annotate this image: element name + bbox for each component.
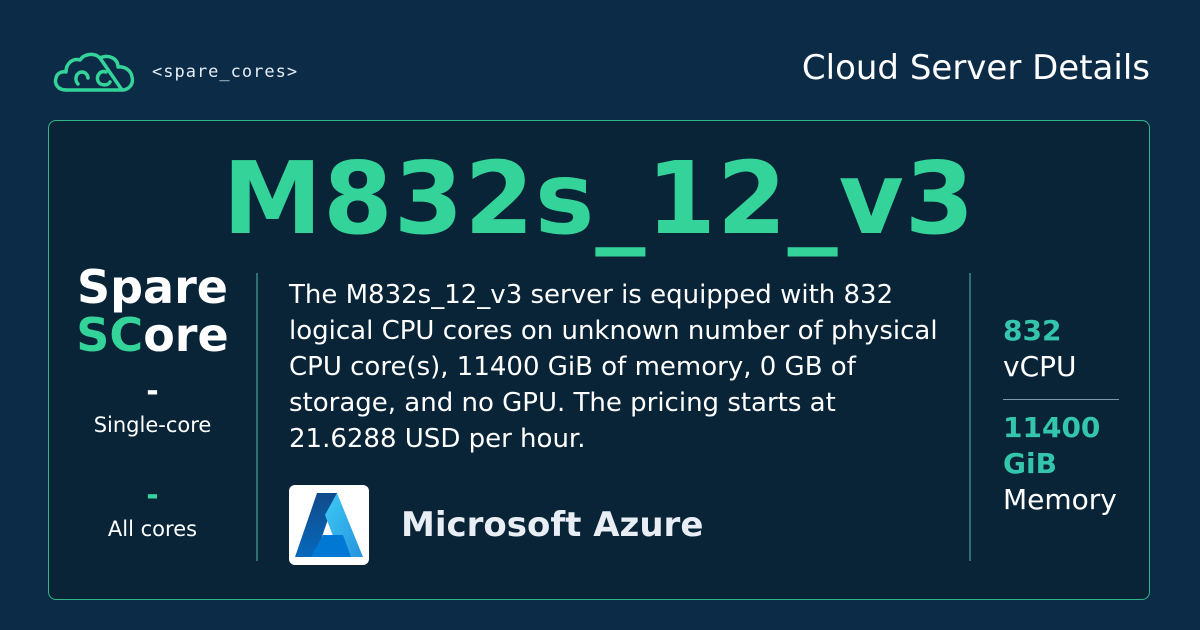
azure-logo-icon [289, 485, 369, 565]
server-card: M832s_12_v3 Spare SCore - Single-core - … [48, 120, 1150, 600]
spare-score-panel: Spare SCore - Single-core - All cores [49, 263, 256, 541]
provider-name: Microsoft Azure [401, 505, 704, 545]
vcpu-value: 832 [1003, 314, 1062, 347]
divider-right [969, 273, 971, 561]
server-description: The M832s_12_v3 server is equipped with … [289, 280, 938, 454]
single-core-score: - [146, 374, 159, 409]
score-title-line2: SCore [49, 311, 256, 359]
score-title-ore: ore [143, 308, 229, 362]
all-cores-score: - [146, 478, 159, 513]
specs-panel: 832 vCPU 11400 GiB Memory [1003, 313, 1123, 518]
specs-divider [1003, 399, 1119, 400]
spare-cores-logo-icon [53, 52, 135, 92]
score-title-line1: Spare [77, 260, 228, 314]
score-title-sc: SC [76, 308, 144, 362]
memory-label: Memory [1003, 483, 1117, 516]
memory-value: 11400 GiB [1003, 411, 1101, 480]
brand-name: <spare_cores> [152, 62, 299, 82]
divider-left [256, 273, 258, 561]
single-core-label: Single-core [93, 413, 212, 437]
server-name: M832s_12_v3 [222, 140, 976, 257]
all-cores-label: All cores [107, 517, 198, 541]
header: <spare_cores> Cloud Server Details [0, 0, 1200, 120]
page-title: Cloud Server Details [801, 48, 1150, 88]
vcpu-label: vCPU [1003, 350, 1077, 383]
